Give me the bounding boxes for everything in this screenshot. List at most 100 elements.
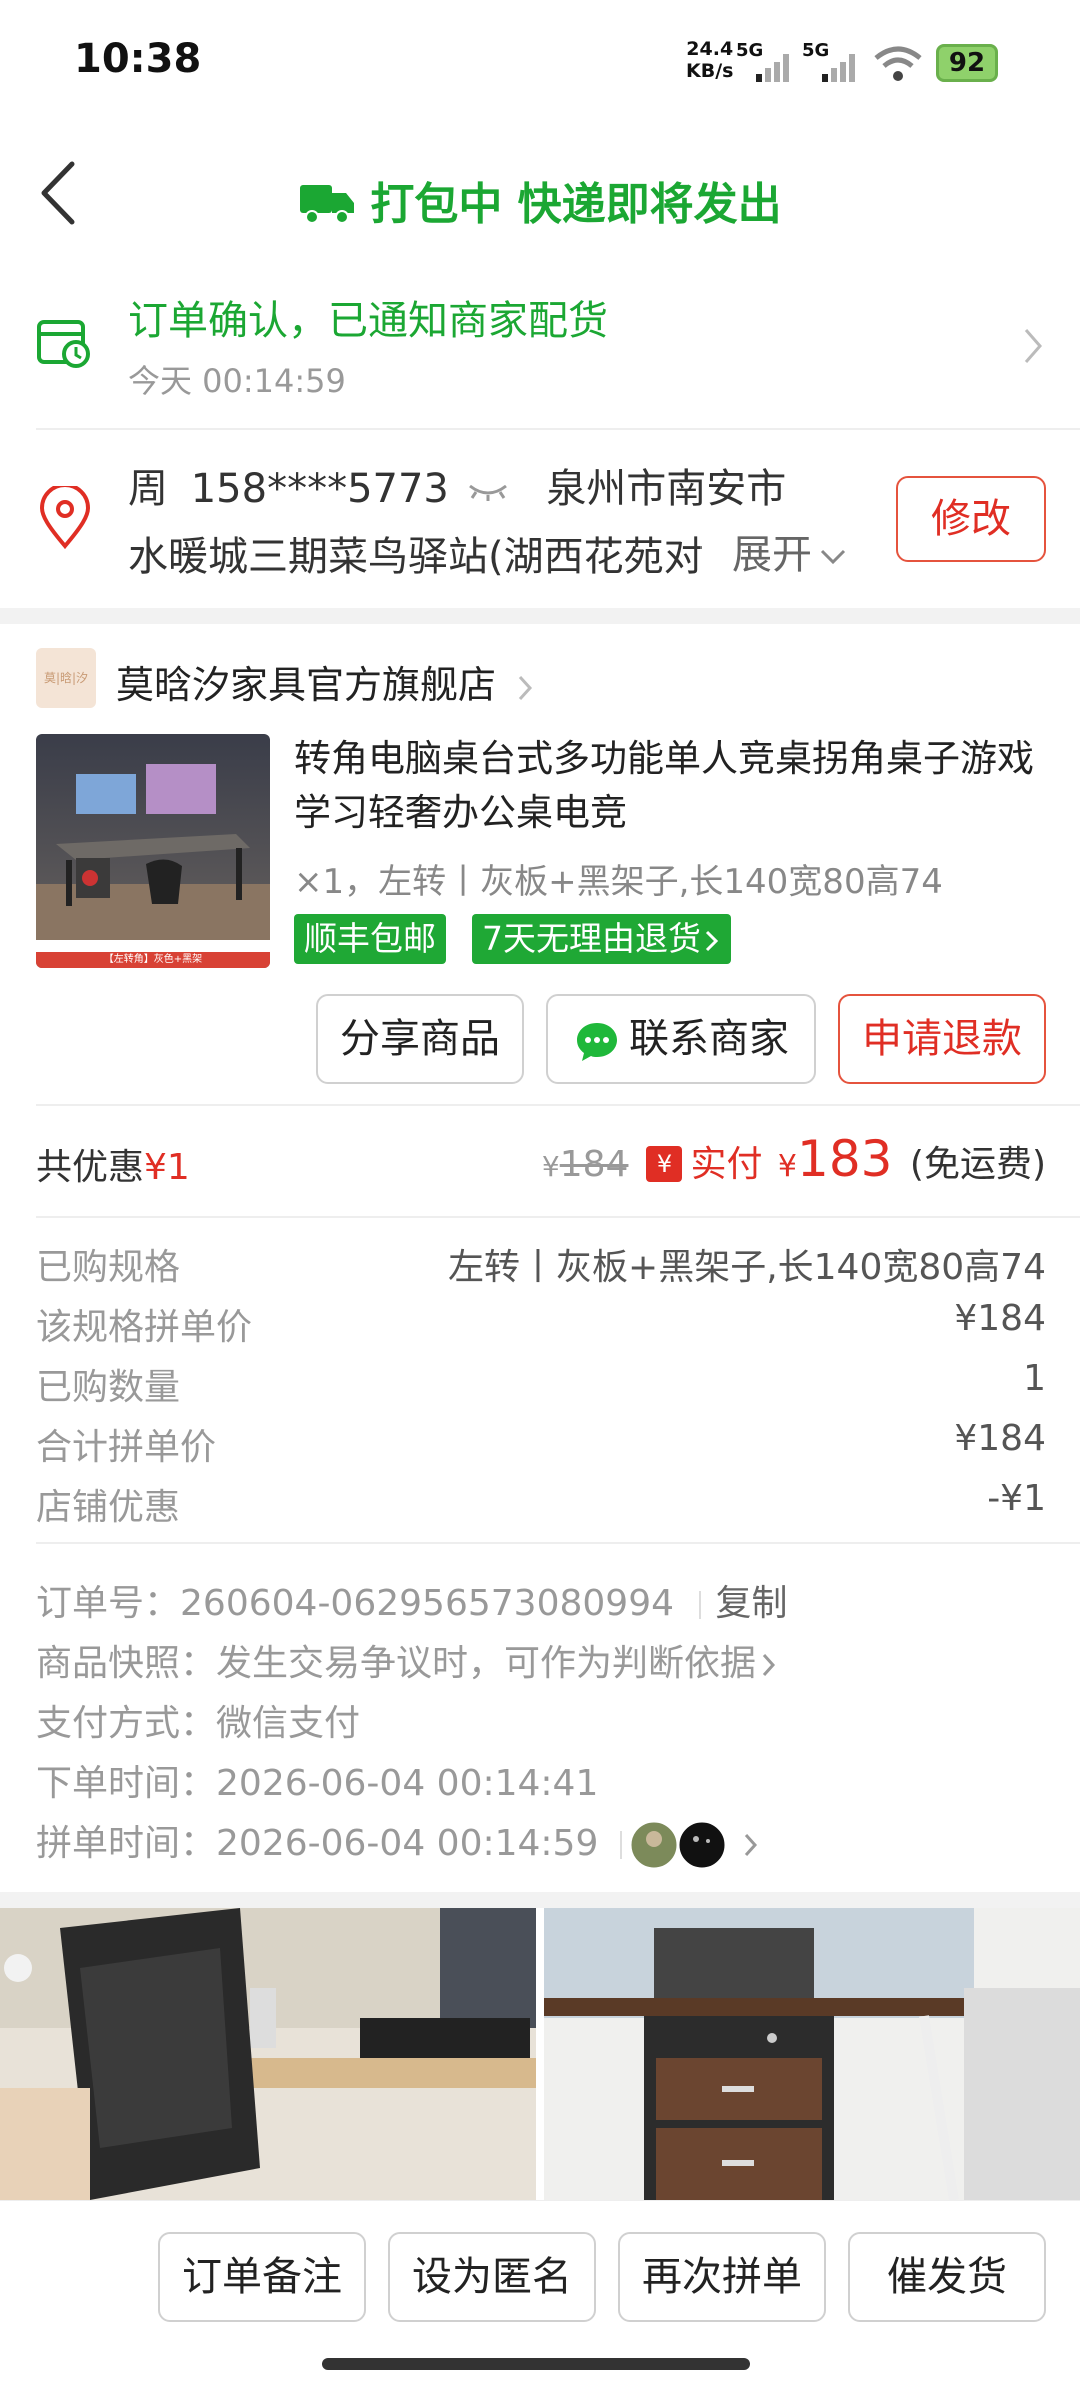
- page-title: 打包中 快递即将发出: [0, 168, 1080, 232]
- regroup-button[interactable]: 再次拼单: [618, 2232, 826, 2322]
- expand-label: 展开: [732, 532, 812, 578]
- set-anonymous-button[interactable]: 设为匿名: [388, 2232, 596, 2322]
- eye-closed-icon[interactable]: [466, 480, 510, 502]
- battery-indicator: 92: [936, 44, 998, 82]
- payment-method-row: 支付方式：微信支付: [36, 1694, 360, 1746]
- detail-label-spec: 已购规格: [36, 1247, 181, 1288]
- urge-shipping-button[interactable]: 催发货: [848, 2232, 1046, 2322]
- order-status-icon: [37, 320, 90, 368]
- section-gap: [0, 1892, 1080, 1908]
- paid-currency: ¥: [777, 1149, 798, 1184]
- product-title[interactable]: 转角电脑桌台式多功能单人竞桌拐角桌子游戏学习轻奢办公桌电竞: [294, 732, 1054, 840]
- original-price: 184: [559, 1144, 629, 1185]
- product-image[interactable]: 【左转角】灰色+黑架: [36, 734, 270, 968]
- contact-merchant-button[interactable]: 联系商家: [546, 994, 816, 1084]
- copy-order-number-button[interactable]: 复制: [715, 1583, 787, 1624]
- shop-name: 莫晗汐家具官方旗舰店: [116, 663, 497, 707]
- detail-label-total: 合计拼单价: [36, 1427, 217, 1468]
- separator: [699, 1591, 702, 1619]
- location-pin-icon: [39, 486, 91, 550]
- divider: [36, 428, 1080, 430]
- order-status-time: 今天 00:14:59: [128, 362, 346, 400]
- detail-label-unit-price: 该规格拼单价: [36, 1307, 253, 1348]
- chevron-right-icon: [705, 930, 719, 951]
- group-member-avatars: [628, 1819, 728, 1871]
- expand-address[interactable]: 展开: [700, 522, 890, 578]
- price-summary: ¥184 ¥ 实付 ¥183 (免运费): [542, 1130, 1046, 1188]
- section-gap: [0, 608, 1080, 624]
- divider: [36, 1216, 1080, 1218]
- snapshot-row[interactable]: 商品快照：发生交易争议时，可作为判断依据: [36, 1634, 778, 1686]
- paid-amount: 183: [797, 1130, 893, 1188]
- chevron-right-icon: [744, 1833, 757, 1857]
- recipient-info: 周 158****5773 泉州市南安市: [128, 456, 786, 514]
- tag-7day-return-label: 7天无理由退货: [482, 919, 701, 958]
- divider: [36, 1542, 1080, 1544]
- avatar-2: [676, 1819, 728, 1871]
- contact-merchant-label: 联系商家: [629, 1016, 789, 1062]
- truck-icon: [300, 185, 355, 224]
- chair-photo: [0, 1908, 536, 2200]
- chevron-down-icon: [820, 549, 846, 565]
- page-title-text: 打包中 快递即将发出: [370, 179, 782, 230]
- signal-bars-icon: [756, 54, 789, 82]
- tag-7day-return[interactable]: 7天无理由退货: [472, 914, 731, 964]
- payment-label: 支付方式：: [36, 1703, 217, 1744]
- chevron-right-icon: [518, 675, 533, 700]
- snapshot-label: 商品快照：: [36, 1643, 217, 1684]
- detail-value-unit-price: ¥184: [954, 1298, 1046, 1339]
- signal-bars-icon-2: [822, 54, 855, 82]
- order-status-message[interactable]: 订单确认，已通知商家配货: [128, 288, 608, 346]
- status-time: 10:38: [74, 36, 202, 82]
- detail-label-quantity: 已购数量: [36, 1367, 181, 1408]
- shop-logo[interactable]: 莫|晗|汐: [36, 648, 96, 708]
- paid-badge-icon: ¥: [646, 1146, 683, 1182]
- shipping-note: (免运费): [909, 1144, 1046, 1185]
- order-time-row: 下单时间：2026-06-04 00:14:41: [36, 1754, 598, 1806]
- detail-value-shop-discount: -¥1: [987, 1478, 1046, 1519]
- group-time-row[interactable]: 拼单时间：2026-06-04 00:14:59: [36, 1814, 760, 1871]
- discount-label: 共优惠: [36, 1147, 145, 1188]
- order-number: 260604-062956573080994: [180, 1583, 674, 1624]
- payment-value: 微信支付: [216, 1703, 361, 1744]
- snapshot-value: 发生交易争议时，可作为判断依据: [216, 1643, 757, 1684]
- detail-value-quantity: 1: [1023, 1358, 1046, 1399]
- recommended-product-cabinet[interactable]: [544, 1908, 1080, 2200]
- order-number-row: 订单号：260604-062956573080994 复制: [36, 1574, 787, 1626]
- discount-value: ¥1: [144, 1147, 190, 1188]
- divider: [36, 1104, 1080, 1106]
- chevron-right-icon[interactable]: [1022, 326, 1044, 366]
- desk-photo: [36, 734, 270, 968]
- chevron-right-icon: [762, 1653, 776, 1677]
- recommended-product-chair[interactable]: [0, 1908, 536, 2200]
- request-refund-button[interactable]: 申请退款: [838, 994, 1046, 1084]
- home-indicator[interactable]: [322, 2358, 750, 2370]
- recipient-phone: 158****5773: [190, 466, 449, 512]
- tag-free-shipping: 顺丰包邮: [294, 914, 446, 964]
- group-time-label: 拼单时间：: [36, 1823, 217, 1864]
- detail-value-total: ¥184: [954, 1418, 1046, 1459]
- shop-name-link[interactable]: 莫晗汐家具官方旗舰店: [116, 654, 536, 709]
- group-time-value: 2026-06-04 00:14:59: [216, 1823, 599, 1864]
- order-time-label: 下单时间：: [36, 1763, 217, 1804]
- product-image-caption: 【左转角】灰色+黑架: [103, 954, 203, 965]
- edit-address-button[interactable]: 修改: [896, 476, 1046, 562]
- recipient-name: 周: [128, 466, 168, 512]
- cabinet-photo: [544, 1908, 1080, 2200]
- detail-label-shop-discount: 店铺优惠: [36, 1487, 181, 1528]
- net-speed-unit: KB/s: [686, 60, 734, 82]
- paid-label: 实付: [690, 1144, 763, 1185]
- recipient-city: 泉州市南安市: [546, 466, 787, 512]
- order-number-label: 订单号：: [36, 1583, 181, 1624]
- discount-summary: 共优惠¥1: [36, 1138, 190, 1190]
- net-speed: 24.4 KB/s: [686, 38, 733, 82]
- wifi-icon: [874, 46, 922, 81]
- chat-bubble-icon: [577, 1023, 617, 1061]
- product-spec: ×1，左转丨灰板+黑架子,长140宽80高74: [294, 862, 943, 902]
- share-product-button[interactable]: 分享商品: [316, 994, 524, 1084]
- separator: [619, 1831, 622, 1859]
- order-note-button[interactable]: 订单备注: [158, 2232, 366, 2322]
- detail-value-spec: 左转丨灰板+黑架子,长140宽80高74: [448, 1247, 1046, 1288]
- address-detail: 水暖城三期菜鸟驿站(湖西花苑对: [128, 534, 704, 580]
- original-price-currency: ¥: [541, 1150, 560, 1183]
